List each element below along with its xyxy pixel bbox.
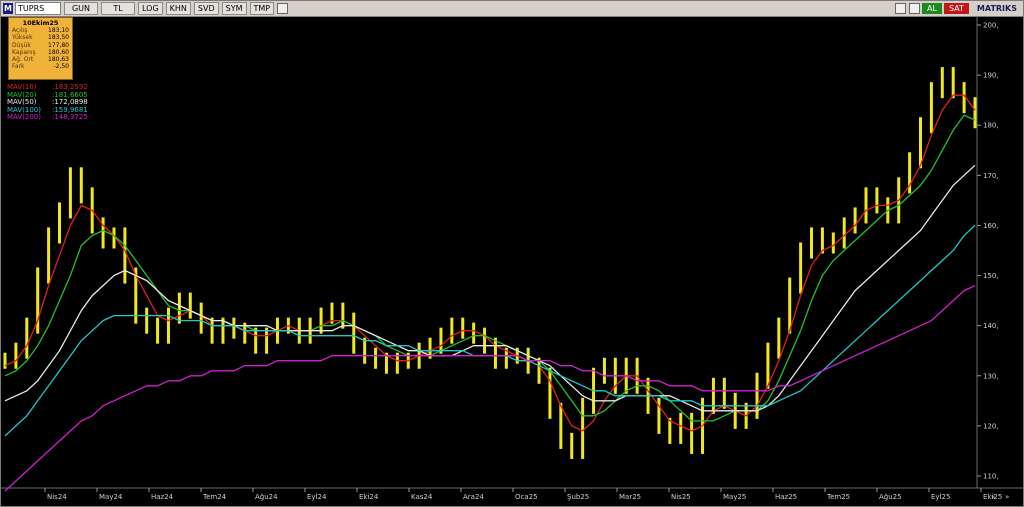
y-tick-label: 110,: [983, 472, 999, 480]
x-tick-label: Ağu24: [255, 493, 278, 501]
x-tick-label: May25: [723, 493, 746, 501]
x-tick-label: Oca25: [515, 493, 538, 501]
mav-label: MAV(200): [7, 113, 41, 121]
y-tick-label: 130,: [983, 372, 999, 380]
y-tick-label: 120,: [983, 422, 999, 430]
info-date: 10Ekim25: [22, 19, 59, 27]
log-button[interactable]: LOG: [138, 2, 163, 15]
info-row: Ağ. Ort 180,63: [9, 56, 72, 63]
chart-toolbar: M TUPRS GUN TL LOG KHN SVD SYM TMP AL SA…: [1, 1, 1023, 17]
info-value: 180,60: [48, 48, 69, 56]
x-tick-label: Tem25: [826, 493, 850, 501]
lock-icon[interactable]: [895, 2, 906, 14]
mav-legend-item: MAV(200) :148,3725: [7, 113, 88, 122]
x-tick-label: Ara24: [463, 493, 484, 501]
y-tick-label: 160,: [983, 222, 999, 230]
buy-button[interactable]: AL: [922, 2, 942, 14]
info-row: Fark -2,50: [9, 63, 72, 70]
khn-button[interactable]: KHN: [165, 2, 191, 15]
info-label: Kapanış: [12, 48, 36, 56]
options-icon[interactable]: [277, 3, 289, 14]
matriks-logo-icon: M: [3, 3, 13, 14]
sell-button[interactable]: SAT: [943, 2, 969, 14]
moving-average-line: [4, 94, 976, 432]
x-tick-label: Nis25: [671, 493, 691, 501]
info-row: Kapanış 180,60: [9, 49, 72, 56]
info-row: Düşük 177,80: [9, 42, 72, 49]
y-tick-label: 190,: [983, 72, 999, 80]
brand-label: MATRIKS: [972, 2, 1021, 14]
info-label: Fark: [12, 63, 25, 71]
x-tick-label: Ağu25: [879, 493, 902, 501]
info-label: Açılış: [12, 27, 28, 34]
x-tick-label: Mar25: [619, 493, 641, 501]
settings-icon[interactable]: [909, 2, 920, 14]
x-tick-label: Haz25: [775, 493, 797, 501]
scroll-left-icon[interactable]: «: [991, 493, 995, 501]
info-value: -2,50: [53, 63, 69, 71]
x-tick-label: Eyl24: [307, 493, 327, 501]
moving-average-line: [4, 224, 976, 437]
info-label: Yüksek: [12, 34, 33, 42]
info-row: Yüksek 183,50: [9, 34, 72, 41]
scroll-right-icon[interactable]: »: [1005, 493, 1009, 501]
mav-legend: MAV(10):183,2592 MAV(20):181,6605 MAV(50…: [7, 83, 88, 122]
y-tick-label: 150,: [983, 272, 999, 280]
currency-button[interactable]: TL: [101, 2, 135, 15]
x-tick-label: Şub25: [567, 493, 589, 501]
info-row: Açılış 183,10: [9, 27, 72, 34]
mav-value: :148,3725: [52, 113, 88, 121]
price-chart[interactable]: 200, 190, 180, 170, 160, 150, 140, 130, 120, 110,…: [1, 16, 1023, 506]
info-label: Düşük: [12, 41, 31, 49]
x-tick-label: Nis24: [47, 493, 67, 501]
info-value: 183,50: [48, 34, 69, 42]
svd-button[interactable]: SVD: [193, 2, 219, 15]
moving-average-line: [4, 285, 976, 492]
y-tick-label: 140,: [983, 322, 999, 330]
info-value: 180,63: [48, 56, 69, 64]
x-tick-label: Kas24: [411, 493, 433, 501]
x-tick-label: Haz24: [151, 493, 174, 501]
info-value: 177,80: [48, 41, 69, 49]
symbol-input[interactable]: TUPRS: [15, 2, 61, 15]
sym-button[interactable]: SYM: [221, 2, 247, 15]
x-tick-label: May24: [99, 493, 123, 501]
ohlc-info-panel: 10Ekim25 Açılış 183,10 Yüksek 183,50 Düşük…: [8, 17, 73, 80]
info-label: Ağ. Ort: [12, 56, 34, 64]
x-tick-label: Tem24: [202, 493, 227, 501]
y-tick-label: 180,: [983, 122, 999, 130]
y-tick-label: 200,: [983, 22, 999, 30]
x-tick-label: Eyl25: [931, 493, 950, 501]
info-value: 183,10: [48, 27, 69, 34]
moving-average-line: [4, 114, 976, 422]
chart-window: M TUPRS GUN TL LOG KHN SVD SYM TMP AL SA…: [0, 0, 1024, 507]
y-tick-label: 170,: [983, 172, 999, 180]
x-tick-label: Eki24: [359, 493, 379, 501]
moving-average-line: [4, 164, 976, 412]
period-button[interactable]: GUN: [64, 2, 98, 15]
tmp-button[interactable]: TMP: [249, 2, 275, 15]
